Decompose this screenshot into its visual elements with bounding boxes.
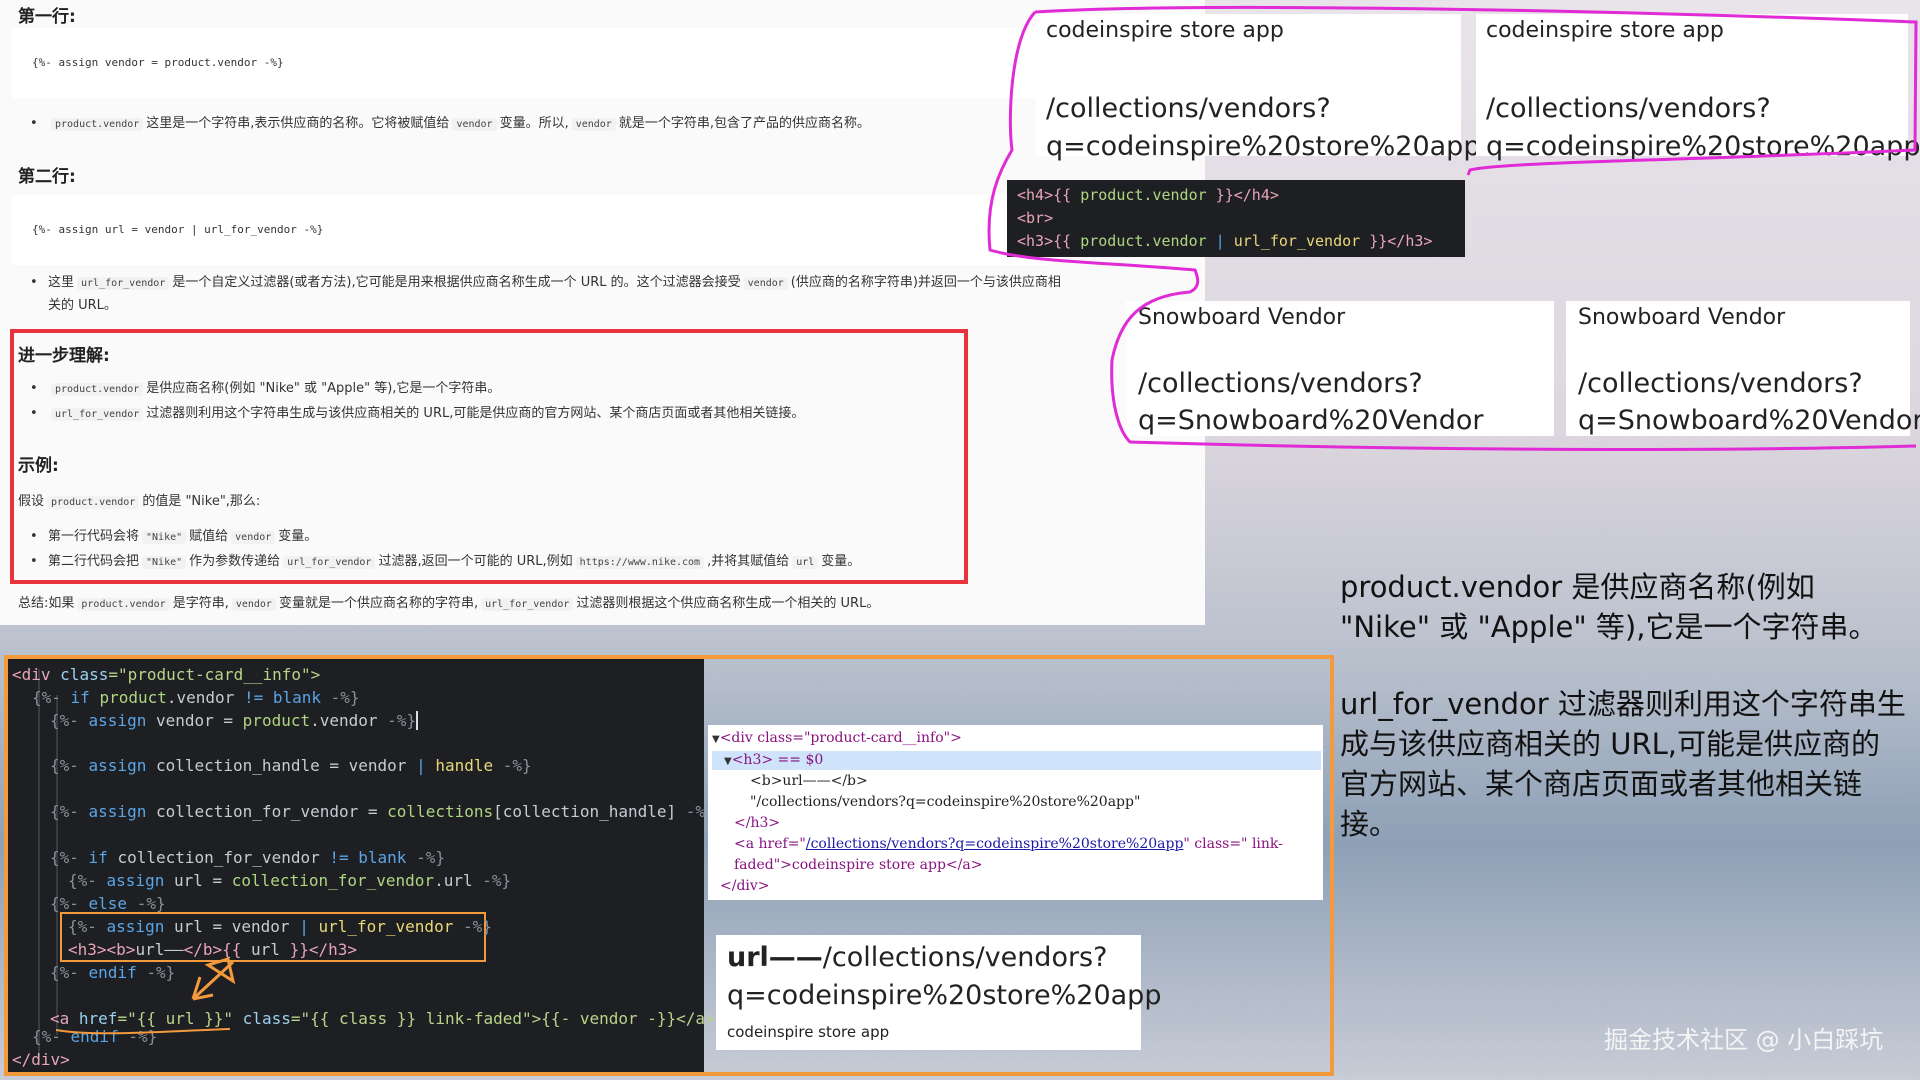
orange-arrow-annotation bbox=[55, 957, 236, 1035]
result-url-line: url——/collections/vendors? bbox=[727, 942, 1108, 973]
triangle-down-icon[interactable]: ▼ bbox=[712, 734, 720, 745]
watermark: 掘金技术社区 @ 小白踩坑 bbox=[1604, 1026, 1884, 1054]
code-editor: <div class="product-card__info"> {%- if … bbox=[8, 659, 715, 1072]
explanation-text: product.vendor 是供应商名称(例如 "Nike" 或 "Apple… bbox=[1340, 570, 1906, 841]
triangle-down-icon[interactable]: ▼ bbox=[724, 756, 732, 767]
dom-node[interactable]: </h3> bbox=[734, 815, 780, 831]
devtools-inspector: ▼<div class="product-card__info"> ▼<h3> … bbox=[708, 725, 1323, 900]
dom-node[interactable]: faded">codeinspire store app</a> bbox=[734, 857, 982, 873]
dom-node[interactable]: <a href="/collections/vendors?q=codeinsp… bbox=[734, 836, 1283, 852]
dom-link[interactable]: /collections/vendors?q=codeinspire%20sto… bbox=[806, 836, 1184, 852]
dom-node[interactable]: </div> bbox=[720, 878, 770, 894]
dom-text[interactable]: "/collections/vendors?q=codeinspire%20st… bbox=[750, 794, 1140, 810]
result-url-line: q=codeinspire%20store%20app bbox=[727, 980, 1162, 1011]
dom-node[interactable]: ▼<div class="product-card__info"> bbox=[712, 730, 962, 746]
rendered-result-card: url——/collections/vendors? q=codeinspire… bbox=[716, 935, 1161, 1050]
result-vendor-link[interactable]: codeinspire store app bbox=[727, 1023, 889, 1041]
dom-node[interactable]: ▼<h3> == $0 bbox=[724, 752, 823, 768]
dom-node[interactable]: <b>url——</b> bbox=[750, 773, 868, 789]
